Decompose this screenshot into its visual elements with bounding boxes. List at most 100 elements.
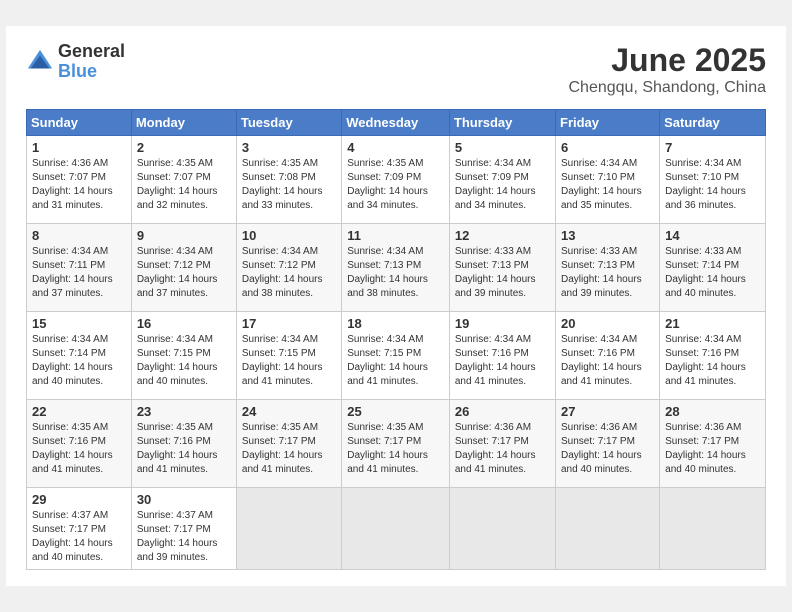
- day-number: 6: [561, 140, 654, 155]
- day-number: 5: [455, 140, 550, 155]
- calendar-page: General Blue June 2025 Chengqu, Shandong…: [6, 26, 786, 586]
- month-title: June 2025: [569, 42, 767, 79]
- day-info: Sunrise: 4:34 AMSunset: 7:16 PMDaylight:…: [455, 333, 550, 389]
- day-number: 13: [561, 228, 654, 243]
- logo-text: General Blue: [58, 42, 125, 82]
- table-row: 17 Sunrise: 4:34 AMSunset: 7:15 PMDayligh…: [236, 312, 341, 400]
- day-number: 2: [137, 140, 231, 155]
- table-row: [342, 488, 450, 570]
- day-info: Sunrise: 4:34 AMSunset: 7:10 PMDaylight:…: [561, 157, 654, 213]
- header-saturday: Saturday: [660, 110, 766, 136]
- table-row: 11Sunrise: 4:34 AMSunset: 7:13 PMDayligh…: [342, 224, 450, 312]
- day-info: Sunrise: 4:35 AMSunset: 7:09 PMDaylight:…: [347, 157, 444, 213]
- table-row: 18 Sunrise: 4:34 AMSunset: 7:15 PMDayligh…: [342, 312, 450, 400]
- day-info: Sunrise: 4:36 AMSunset: 7:17 PMDaylight:…: [455, 421, 550, 477]
- day-number: 15: [32, 316, 126, 331]
- logo-general: General: [58, 42, 125, 62]
- table-row: 23Sunrise: 4:35 AMSunset: 7:16 PMDayligh…: [131, 400, 236, 488]
- table-row: 21 Sunrise: 4:34 AMSunset: 7:16 PMDayligh…: [660, 312, 766, 400]
- day-number: 16: [137, 316, 231, 331]
- day-info: Sunrise: 4:37 AMSunset: 7:17 PMDaylight:…: [137, 509, 231, 565]
- location-subtitle: Chengqu, Shandong, China: [569, 79, 767, 97]
- table-row: 26 Sunrise: 4:36 AMSunset: 7:17 PMDayligh…: [449, 400, 555, 488]
- day-number: 26: [455, 404, 550, 419]
- table-row: 19Sunrise: 4:34 AMSunset: 7:16 PMDayligh…: [449, 312, 555, 400]
- day-info: Sunrise: 4:36 AMSunset: 7:17 PMDaylight:…: [561, 421, 654, 477]
- day-number: 12: [455, 228, 550, 243]
- day-info: Sunrise: 4:35 AMSunset: 7:16 PMDaylight:…: [32, 421, 126, 477]
- day-info: Sunrise: 4:35 AMSunset: 7:17 PMDaylight:…: [347, 421, 444, 477]
- header-thursday: Thursday: [449, 110, 555, 136]
- day-info: Sunrise: 4:36 AMSunset: 7:07 PMDaylight:…: [32, 157, 126, 213]
- header-monday: Monday: [131, 110, 236, 136]
- day-number: 20: [561, 316, 654, 331]
- day-info: Sunrise: 4:33 AMSunset: 7:13 PMDaylight:…: [561, 245, 654, 301]
- day-info: Sunrise: 4:33 AMSunset: 7:13 PMDaylight:…: [455, 245, 550, 301]
- header-friday: Friday: [556, 110, 660, 136]
- day-number: 21: [665, 316, 760, 331]
- table-row: 14Sunrise: 4:33 AMSunset: 7:14 PMDayligh…: [660, 224, 766, 312]
- table-row: [556, 488, 660, 570]
- header: General Blue June 2025 Chengqu, Shandong…: [26, 42, 766, 97]
- table-row: [660, 488, 766, 570]
- table-row: 25Sunrise: 4:35 AMSunset: 7:17 PMDayligh…: [342, 400, 450, 488]
- day-number: 1: [32, 140, 126, 155]
- day-number: 10: [242, 228, 336, 243]
- day-number: 18: [347, 316, 444, 331]
- day-info: Sunrise: 4:34 AMSunset: 7:15 PMDaylight:…: [347, 333, 444, 389]
- table-row: 10Sunrise: 4:34 AMSunset: 7:12 PMDayligh…: [236, 224, 341, 312]
- table-row: 6 Sunrise: 4:34 AMSunset: 7:10 PMDaylight…: [556, 136, 660, 224]
- table-row: [236, 488, 341, 570]
- header-wednesday: Wednesday: [342, 110, 450, 136]
- day-info: Sunrise: 4:35 AMSunset: 7:08 PMDaylight:…: [242, 157, 336, 213]
- day-number: 17: [242, 316, 336, 331]
- table-row: 29 Sunrise: 4:37 AMSunset: 7:17 PMDayligh…: [27, 488, 132, 570]
- calendar-table: Sunday Monday Tuesday Wednesday Thursday…: [26, 109, 766, 570]
- table-row: 15Sunrise: 4:34 AMSunset: 7:14 PMDayligh…: [27, 312, 132, 400]
- day-number: 30: [137, 492, 231, 507]
- table-row: 22 Sunrise: 4:35 AMSunset: 7:16 PMDayligh…: [27, 400, 132, 488]
- calendar-header-row: Sunday Monday Tuesday Wednesday Thursday…: [27, 110, 766, 136]
- table-row: 2 Sunrise: 4:35 AMSunset: 7:07 PMDaylight…: [131, 136, 236, 224]
- table-row: 4 Sunrise: 4:35 AMSunset: 7:09 PMDaylight…: [342, 136, 450, 224]
- table-row: 7 Sunrise: 4:34 AMSunset: 7:10 PMDaylight…: [660, 136, 766, 224]
- table-row: 13 Sunrise: 4:33 AMSunset: 7:13 PMDayligh…: [556, 224, 660, 312]
- table-row: 12 Sunrise: 4:33 AMSunset: 7:13 PMDayligh…: [449, 224, 555, 312]
- table-row: 24Sunrise: 4:35 AMSunset: 7:17 PMDayligh…: [236, 400, 341, 488]
- day-info: Sunrise: 4:35 AMSunset: 7:07 PMDaylight:…: [137, 157, 231, 213]
- table-row: 28 Sunrise: 4:36 AMSunset: 7:17 PMDayligh…: [660, 400, 766, 488]
- day-number: 8: [32, 228, 126, 243]
- day-info: Sunrise: 4:33 AMSunset: 7:14 PMDaylight:…: [665, 245, 760, 301]
- day-info: Sunrise: 4:34 AMSunset: 7:12 PMDaylight:…: [137, 245, 231, 301]
- table-row: 1 Sunrise: 4:36 AMSunset: 7:07 PMDaylight…: [27, 136, 132, 224]
- day-info: Sunrise: 4:37 AMSunset: 7:17 PMDaylight:…: [32, 509, 126, 565]
- day-info: Sunrise: 4:34 AMSunset: 7:09 PMDaylight:…: [455, 157, 550, 213]
- day-info: Sunrise: 4:34 AMSunset: 7:15 PMDaylight:…: [137, 333, 231, 389]
- table-row: 30 Sunrise: 4:37 AMSunset: 7:17 PMDayligh…: [131, 488, 236, 570]
- table-row: 20 Sunrise: 4:34 AMSunset: 7:16 PMDayligh…: [556, 312, 660, 400]
- day-number: 27: [561, 404, 654, 419]
- title-area: June 2025 Chengqu, Shandong, China: [569, 42, 767, 97]
- day-info: Sunrise: 4:34 AMSunset: 7:15 PMDaylight:…: [242, 333, 336, 389]
- day-number: 23: [137, 404, 231, 419]
- table-row: 27 Sunrise: 4:36 AMSunset: 7:17 PMDayligh…: [556, 400, 660, 488]
- table-row: 5 Sunrise: 4:34 AMSunset: 7:09 PMDaylight…: [449, 136, 555, 224]
- logo: General Blue: [26, 42, 125, 82]
- day-number: 9: [137, 228, 231, 243]
- day-info: Sunrise: 4:36 AMSunset: 7:17 PMDaylight:…: [665, 421, 760, 477]
- day-number: 22: [32, 404, 126, 419]
- logo-blue: Blue: [58, 62, 125, 82]
- day-info: Sunrise: 4:34 AMSunset: 7:13 PMDaylight:…: [347, 245, 444, 301]
- header-sunday: Sunday: [27, 110, 132, 136]
- table-row: 3Sunrise: 4:35 AMSunset: 7:08 PMDaylight…: [236, 136, 341, 224]
- day-number: 4: [347, 140, 444, 155]
- day-number: 28: [665, 404, 760, 419]
- header-tuesday: Tuesday: [236, 110, 341, 136]
- day-info: Sunrise: 4:34 AMSunset: 7:10 PMDaylight:…: [665, 157, 760, 213]
- day-info: Sunrise: 4:34 AMSunset: 7:16 PMDaylight:…: [561, 333, 654, 389]
- generalblue-logo-icon: [26, 48, 54, 76]
- day-number: 29: [32, 492, 126, 507]
- day-number: 7: [665, 140, 760, 155]
- table-row: 8Sunrise: 4:34 AMSunset: 7:11 PMDaylight…: [27, 224, 132, 312]
- day-info: Sunrise: 4:34 AMSunset: 7:16 PMDaylight:…: [665, 333, 760, 389]
